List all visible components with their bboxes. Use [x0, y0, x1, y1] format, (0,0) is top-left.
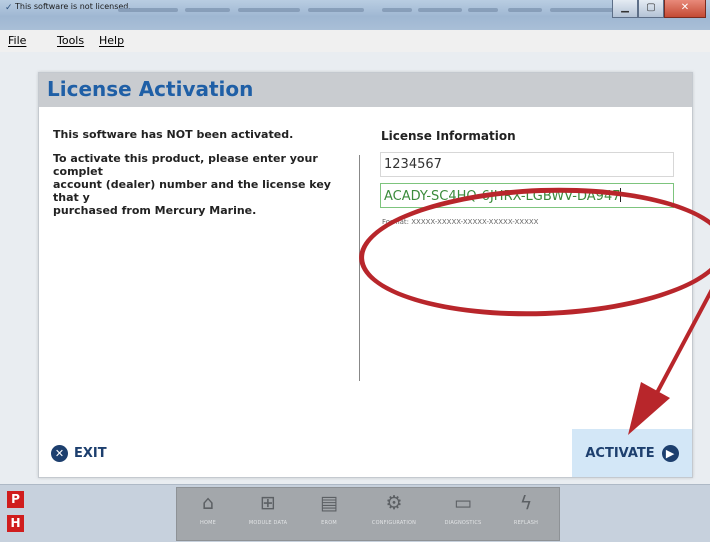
exit-label: EXIT	[74, 446, 107, 461]
instruction-line: account (dealer) number and the license …	[53, 178, 331, 204]
account-number-field[interactable]: 1234567	[380, 152, 674, 177]
blurred-title-text	[418, 8, 462, 12]
nav-erom[interactable]: ▤ EROM	[300, 488, 358, 540]
nav-configuration[interactable]: ⚙ CONFIGURATION	[365, 488, 423, 540]
nav-reflash[interactable]: ϟ REFLASH	[497, 488, 555, 540]
home-icon: ⌂	[201, 492, 215, 514]
menu-tools[interactable]: Tools	[57, 34, 84, 47]
close-button[interactable]: ✕	[664, 0, 706, 18]
exit-button[interactable]: ✕ EXIT	[51, 445, 107, 462]
app-taskbar: P H ⌂ HOME ⊞ MODULE DATA ▤ EROM ⚙ CONFIG…	[0, 484, 710, 542]
nav-label: EROM	[321, 520, 337, 526]
instruction-line: To activate this product, please enter y…	[53, 152, 318, 178]
blurred-title-text	[238, 8, 300, 12]
activate-label: ACTIVATE	[585, 445, 655, 461]
nav-label: MODULE DATA	[248, 520, 288, 526]
nav-module-data[interactable]: ⊞ MODULE DATA	[239, 488, 297, 540]
license-activation-dialog: License Activation This software has NOT…	[38, 72, 710, 478]
erom-icon: ▤	[320, 492, 338, 514]
license-info-heading: License Information	[381, 129, 516, 143]
activate-button[interactable]: ACTIVATE ▶	[572, 429, 692, 477]
activation-instructions: This software has NOT been activated. To…	[53, 128, 343, 217]
blurred-title-text	[382, 8, 412, 12]
dialog-header: License Activation	[39, 73, 692, 107]
reflash-icon: ϟ	[519, 492, 533, 514]
app-icon: ✓	[5, 3, 13, 13]
close-circle-icon: ✕	[51, 445, 68, 462]
blurred-title-text	[550, 8, 620, 12]
maximize-button[interactable]: ▢	[638, 0, 664, 18]
window-titlebar: ✓ This software is not licensed. ▁ ▢ ✕	[0, 0, 710, 31]
blurred-title-text	[118, 8, 178, 12]
diagnostics-icon: ▭	[454, 492, 472, 514]
p-badge[interactable]: P	[7, 491, 24, 508]
blurred-title-text	[308, 8, 364, 12]
dialog-footer: ✕ EXIT ACTIVATE ▶	[39, 429, 692, 477]
menu-help[interactable]: Help	[99, 34, 124, 47]
blurred-title-text	[185, 8, 230, 12]
module-data-icon: ⊞	[260, 492, 276, 514]
h-badge[interactable]: H	[7, 515, 24, 532]
window-controls: ▁ ▢ ✕	[612, 0, 706, 20]
dialog-title: License Activation	[47, 77, 254, 101]
instruction-line: purchased from Mercury Marine.	[53, 204, 257, 217]
bottom-nav: ⌂ HOME ⊞ MODULE DATA ▤ EROM ⚙ CONFIGURAT…	[176, 487, 560, 541]
window-title: This software is not licensed.	[15, 2, 131, 11]
blurred-title-text	[468, 8, 498, 12]
play-circle-icon: ▶	[661, 444, 679, 462]
menu-file[interactable]: File	[8, 34, 26, 47]
activation-status-text: This software has NOT been activated.	[53, 128, 294, 141]
column-divider	[359, 155, 360, 381]
nav-label: DIAGNOSTICS	[444, 520, 482, 526]
nav-label: CONFIGURATION	[371, 520, 417, 526]
configuration-icon: ⚙	[385, 492, 403, 514]
minimize-button[interactable]: ▁	[612, 0, 638, 18]
nav-label: HOME	[200, 520, 216, 526]
blurred-title-text	[508, 8, 542, 12]
nav-home[interactable]: ⌂ HOME	[179, 488, 237, 540]
nav-label: REFLASH	[513, 520, 539, 526]
nav-diagnostics[interactable]: ▭ DIAGNOSTICS	[434, 488, 492, 540]
menu-bar: File Tools Help	[0, 30, 710, 53]
account-number-value: 1234567	[384, 157, 442, 172]
